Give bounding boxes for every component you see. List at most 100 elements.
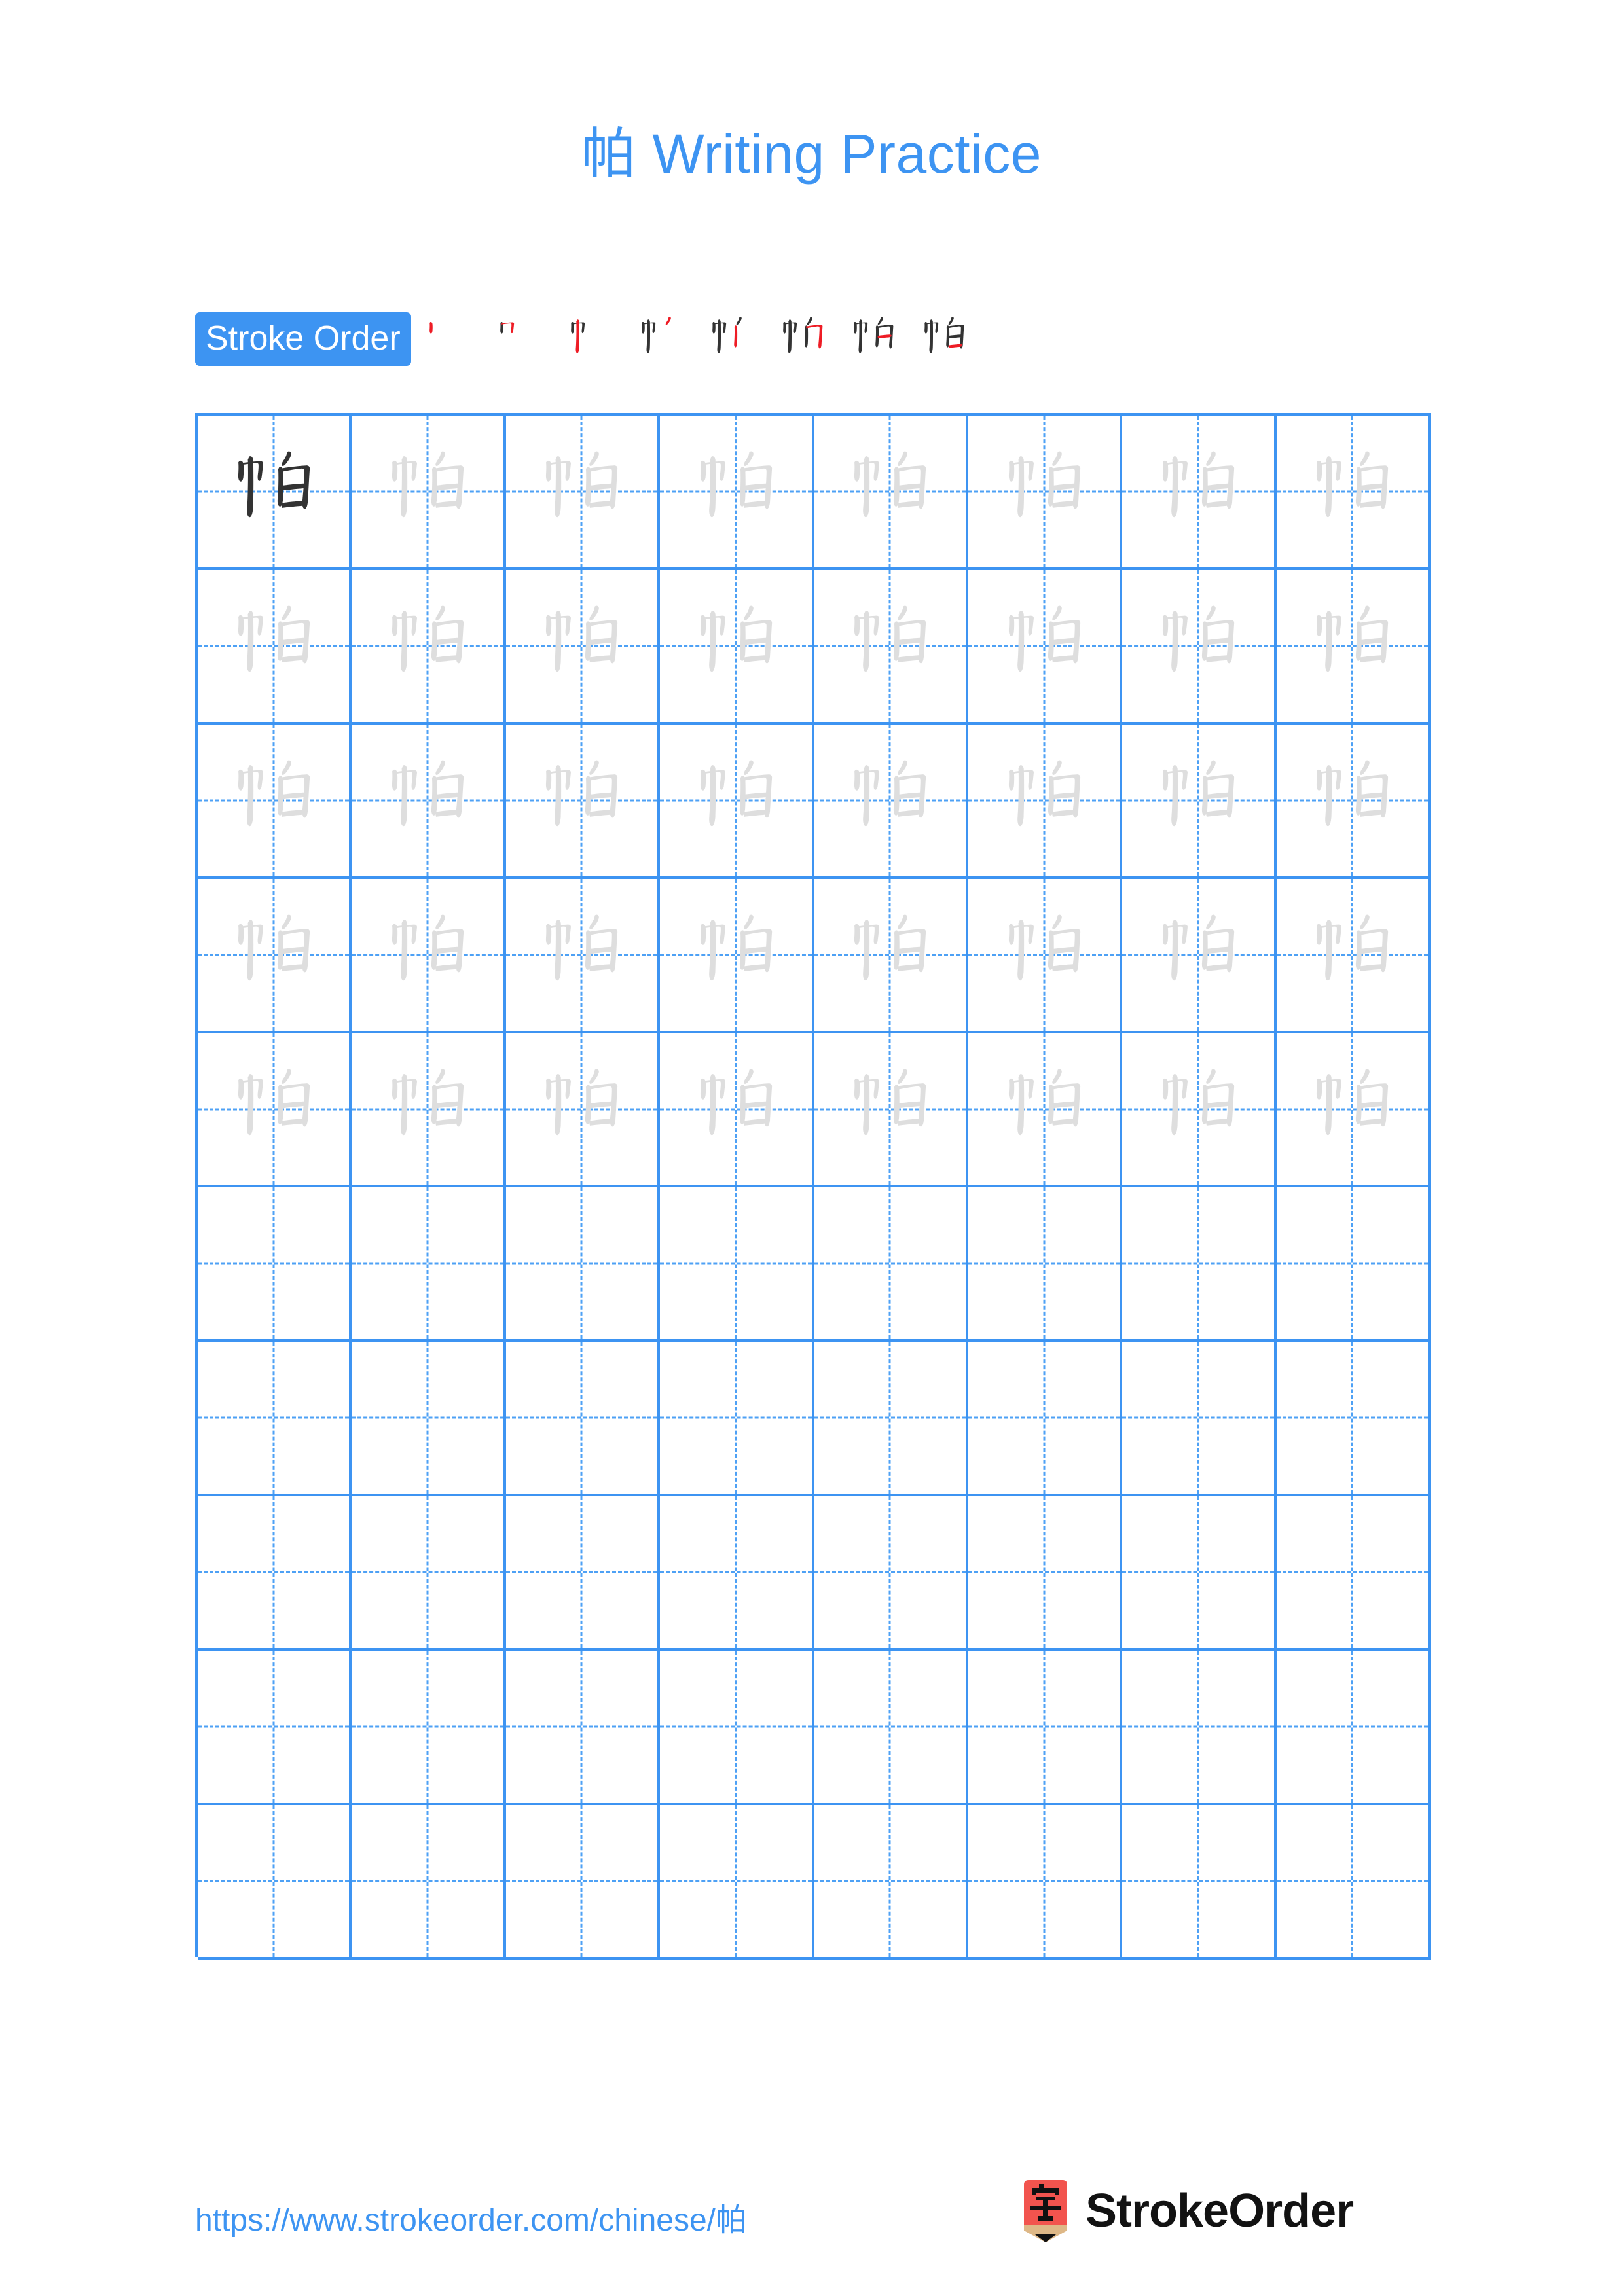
grid-row: [198, 878, 1431, 1033]
grid-cell-empty[interactable]: [1276, 1187, 1431, 1342]
grid-cell-empty[interactable]: [1122, 1805, 1277, 1960]
grid-cell-empty[interactable]: [968, 1805, 1123, 1960]
grid-cell-empty[interactable]: [198, 1805, 352, 1960]
grid-cell-trace[interactable]: [968, 416, 1123, 570]
grid-cell-empty[interactable]: [198, 1651, 352, 1806]
grid-cell-trace[interactable]: [814, 416, 968, 570]
grid-cell-empty[interactable]: [198, 1496, 352, 1651]
grid-cell-trace[interactable]: [660, 1033, 814, 1188]
stroke-step-8: [909, 304, 979, 374]
grid-row: [198, 569, 1431, 725]
grid-cell-empty[interactable]: [352, 1187, 506, 1342]
grid-cell-empty[interactable]: [352, 1342, 506, 1497]
grid-cell-trace[interactable]: [352, 878, 506, 1033]
grid-cell-empty[interactable]: [505, 1496, 661, 1651]
stroke-order-section: Stroke Order: [195, 309, 1432, 369]
grid-cell-trace[interactable]: [1122, 878, 1277, 1033]
grid-cell-trace[interactable]: [352, 416, 506, 570]
grid-cell-empty[interactable]: [1276, 1342, 1431, 1497]
grid-cell-empty[interactable]: [505, 1805, 661, 1960]
grid-cell-empty[interactable]: [352, 1496, 506, 1651]
trace-character: [1122, 725, 1273, 876]
grid-cell-empty[interactable]: [814, 1342, 968, 1497]
grid-cell-trace[interactable]: [198, 878, 352, 1033]
grid-cell-empty[interactable]: [660, 1805, 814, 1960]
grid-cell-trace[interactable]: [814, 724, 968, 879]
grid-cell-empty[interactable]: [660, 1496, 814, 1651]
grid-cell-trace[interactable]: [660, 878, 814, 1033]
grid-cell-empty[interactable]: [1276, 1651, 1431, 1806]
grid-cell-empty[interactable]: [660, 1342, 814, 1497]
grid-cell-trace[interactable]: [660, 569, 814, 725]
trace-character: [1277, 570, 1428, 722]
grid-cell-trace[interactable]: [968, 1033, 1123, 1188]
grid-cell-empty[interactable]: [198, 1187, 352, 1342]
grid-cell-trace[interactable]: [968, 878, 1123, 1033]
grid-cell-empty[interactable]: [660, 1651, 814, 1806]
trace-character: [506, 725, 657, 876]
grid-cell-trace[interactable]: [968, 724, 1123, 879]
grid-cell-empty[interactable]: [1122, 1342, 1277, 1497]
grid-cell-empty[interactable]: [814, 1651, 968, 1806]
grid-cell-trace[interactable]: [198, 569, 352, 725]
grid-cell-trace[interactable]: [1276, 416, 1431, 570]
trace-character: [506, 879, 657, 1031]
grid-cell-trace[interactable]: [352, 724, 506, 879]
grid-cell-empty[interactable]: [505, 1342, 661, 1497]
grid-cell-trace[interactable]: [814, 569, 968, 725]
grid-cell-empty[interactable]: [1276, 1805, 1431, 1960]
trace-character: [660, 879, 811, 1031]
trace-character: [814, 416, 966, 567]
grid-cell-trace[interactable]: [660, 724, 814, 879]
practice-grid: [195, 413, 1431, 1960]
grid-cell-empty[interactable]: [814, 1496, 968, 1651]
grid-cell-trace[interactable]: [505, 1033, 661, 1188]
grid-cell-empty[interactable]: [352, 1651, 506, 1806]
grid-cell-trace[interactable]: [1276, 1033, 1431, 1188]
grid-cell-trace[interactable]: [1276, 569, 1431, 725]
grid-cell-empty[interactable]: [1276, 1496, 1431, 1651]
grid-cell-trace[interactable]: [1122, 724, 1277, 879]
grid-row: [198, 1187, 1431, 1342]
grid-cell-empty[interactable]: [814, 1805, 968, 1960]
footer-url-link[interactable]: https://www.strokeorder.com/chinese/帕: [195, 2194, 747, 2240]
grid-cell-trace[interactable]: [1122, 416, 1277, 570]
grid-cell-trace[interactable]: [198, 1033, 352, 1188]
grid-cell-trace[interactable]: [814, 1033, 968, 1188]
grid-cell-empty[interactable]: [968, 1651, 1123, 1806]
grid-cell-trace[interactable]: [660, 416, 814, 570]
grid-cell-empty[interactable]: [968, 1187, 1123, 1342]
grid-cell-trace[interactable]: [1276, 724, 1431, 879]
grid-cell-empty[interactable]: [505, 1651, 661, 1806]
grid-cell-trace[interactable]: [505, 878, 661, 1033]
grid-cell-trace[interactable]: [198, 724, 352, 879]
grid-cell-empty[interactable]: [505, 1187, 661, 1342]
grid-cell-trace[interactable]: [505, 724, 661, 879]
trace-character: [660, 1033, 811, 1185]
grid-cell-empty[interactable]: [968, 1342, 1123, 1497]
grid-cell-empty[interactable]: [814, 1187, 968, 1342]
stroke-step-3: [555, 304, 626, 374]
grid-cell-trace[interactable]: [352, 1033, 506, 1188]
grid-cell-trace[interactable]: [352, 569, 506, 725]
grid-cell-trace[interactable]: [968, 569, 1123, 725]
grid-cell-empty[interactable]: [660, 1187, 814, 1342]
trace-character: [506, 1033, 657, 1185]
grid-cell-empty[interactable]: [1122, 1496, 1277, 1651]
grid-cell-trace[interactable]: [1122, 569, 1277, 725]
grid-cell-trace[interactable]: [814, 878, 968, 1033]
grid-cell-trace[interactable]: [1276, 878, 1431, 1033]
grid-cell-trace[interactable]: [505, 416, 661, 570]
trace-character: [660, 570, 811, 722]
grid-cell-empty[interactable]: [1122, 1187, 1277, 1342]
grid-cell-empty[interactable]: [968, 1496, 1123, 1651]
grid-cell-trace[interactable]: [1122, 1033, 1277, 1188]
trace-character: [1277, 879, 1428, 1031]
trace-character: [1122, 879, 1273, 1031]
grid-cell-solid[interactable]: [198, 416, 352, 570]
grid-cell-empty[interactable]: [1122, 1651, 1277, 1806]
grid-row: [198, 1496, 1431, 1651]
grid-cell-trace[interactable]: [505, 569, 661, 725]
grid-cell-empty[interactable]: [198, 1342, 352, 1497]
grid-cell-empty[interactable]: [352, 1805, 506, 1960]
